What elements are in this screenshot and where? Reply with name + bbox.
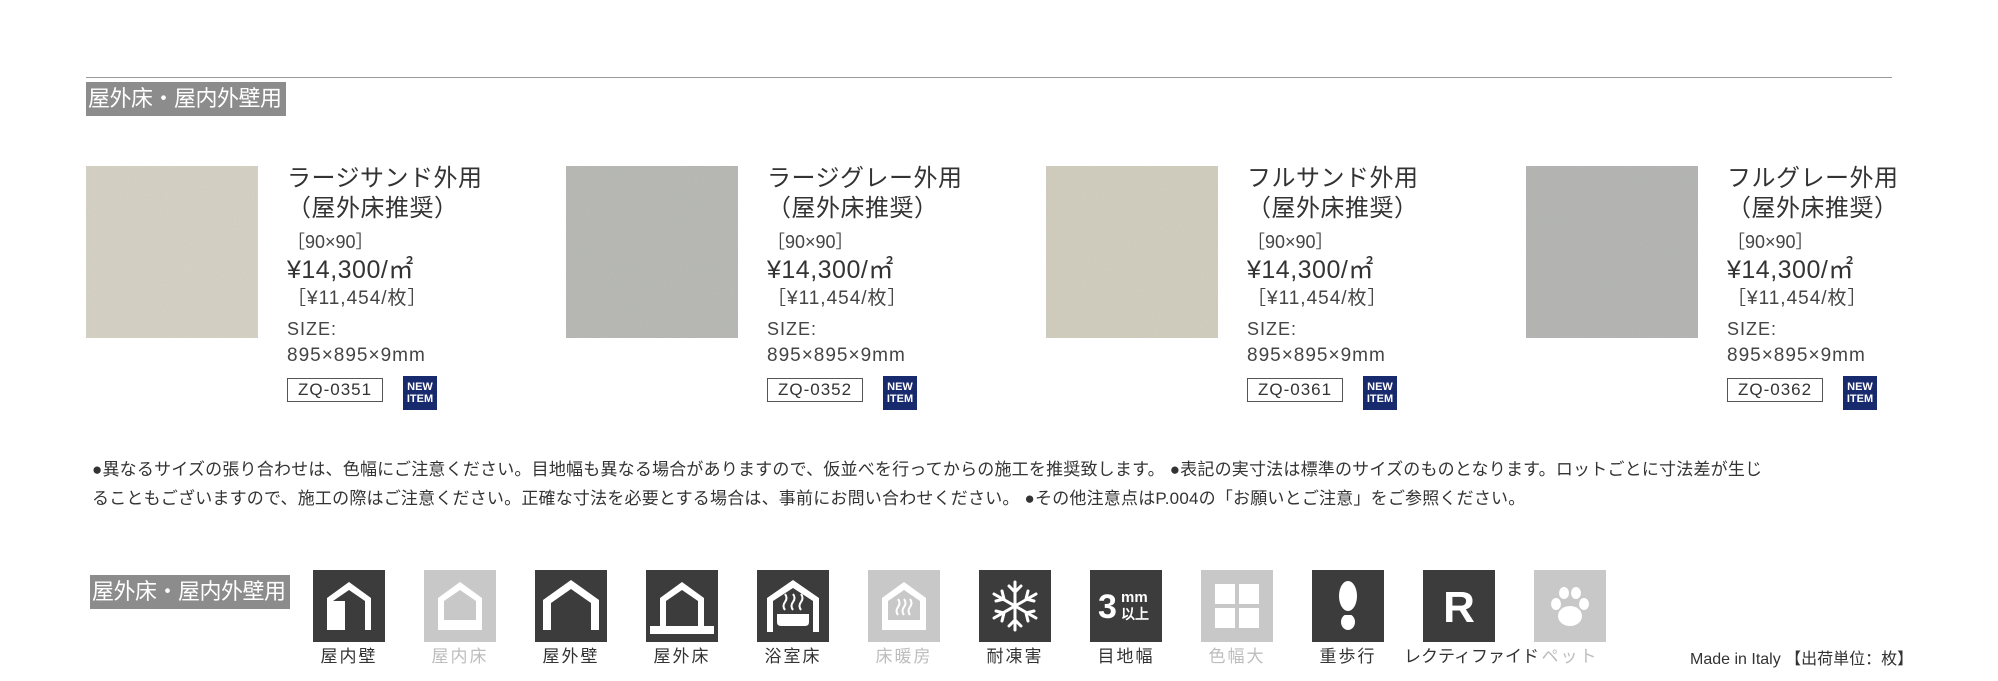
product-code: ZQ-0361 [1247, 378, 1344, 402]
product-name: フルグレー外用 [1727, 165, 1899, 192]
svg-text:mm: mm [1121, 589, 1148, 606]
size-tag: ［90×90］ [1727, 232, 1814, 252]
section-label: 屋外床・屋内外壁用 [90, 575, 290, 609]
bathroom-floor-icon [757, 570, 829, 642]
top-divider [86, 77, 1892, 78]
usage-item: 浴室床 [738, 570, 848, 668]
usage-item: 色幅大 [1182, 570, 1292, 668]
pet-icon [1534, 570, 1606, 642]
notes-line: ●異なるサイズの張り合わせは、色幅にご注意ください。目地幅も異なる場合があります… [92, 460, 1763, 479]
color-variation-icon [1201, 570, 1273, 642]
product-subtitle: （屋外床推奨） [1247, 195, 1419, 222]
new-item-badge: NEW ITEM [1843, 376, 1877, 410]
usage-item: 耐凍害 [960, 570, 1070, 668]
svg-text:3: 3 [1098, 588, 1117, 626]
outdoor-floor-icon [646, 570, 718, 642]
usage-caption: 屋外壁 [542, 647, 600, 666]
usage-caption: 屋内床 [431, 647, 489, 666]
floor-heating-icon [868, 570, 940, 642]
size-tag: ［90×90］ [1247, 232, 1334, 252]
price: ¥14,300/㎡ [287, 256, 414, 284]
new-item-badge: NEW ITEM [883, 376, 917, 410]
usage-caption: 屋外床 [653, 647, 711, 666]
product-name: ラージサンド外用 [287, 165, 483, 192]
unit-price: ［¥11,454/枚］ [767, 288, 908, 309]
price: ¥14,300/㎡ [1247, 256, 1374, 284]
rectified-icon: R [1423, 570, 1495, 642]
tile-swatch [1046, 166, 1218, 338]
usage-caption: 床暖房 [875, 647, 933, 666]
section-label: 屋外床・屋内外壁用 [86, 82, 286, 116]
price: ¥14,300/㎡ [1727, 256, 1854, 284]
unit-price: ［¥11,454/枚］ [1247, 288, 1388, 309]
usage-caption: レクティファイド [1404, 647, 1539, 666]
usage-item: 屋内壁 [294, 570, 404, 668]
size-value: 895×895×9mm [287, 345, 426, 366]
usage-caption: 目地幅 [1097, 647, 1155, 666]
new-item-badge: NEW ITEM [1363, 376, 1397, 410]
new-item-badge: NEW ITEM [403, 376, 437, 410]
size-label: SIZE: [767, 319, 818, 339]
size-label: SIZE: [1727, 319, 1778, 339]
product-code: ZQ-0362 [1727, 378, 1824, 402]
product-subtitle: （屋外床推奨） [1727, 195, 1899, 222]
product-code: ZQ-0351 [287, 378, 384, 402]
frost-resistance-icon [979, 570, 1051, 642]
size-value: 895×895×9mm [1247, 345, 1386, 366]
size-tag: ［90×90］ [287, 232, 374, 252]
usage-item: 3 mm 以上 目地幅 [1071, 570, 1181, 668]
usage-item: 屋外床 [627, 570, 737, 668]
size-value: 895×895×9mm [1727, 345, 1866, 366]
usage-item: 屋外壁 [516, 570, 626, 668]
unit-price: ［¥11,454/枚］ [1727, 288, 1868, 309]
usage-caption: ペット [1541, 647, 1599, 666]
usage-item: 床暖房 [849, 570, 959, 668]
price: ¥14,300/㎡ [767, 256, 894, 284]
usage-item: 屋内床 [405, 570, 515, 668]
joint-width-icon: 3 mm 以上 [1090, 570, 1162, 642]
usage-caption: 屋内壁 [320, 647, 378, 666]
usage-caption: 浴室床 [764, 647, 822, 666]
product-name: フルサンド外用 [1247, 165, 1419, 192]
footer-note: Made in Italy 【出荷単位：枚】 [1690, 651, 1914, 668]
usage-caption: 耐凍害 [986, 647, 1044, 666]
product-name: ラージグレー外用 [767, 165, 963, 192]
outdoor-wall-icon [535, 570, 607, 642]
usage-caption: 重歩行 [1319, 647, 1377, 666]
product-card: フルグレー外用 （屋外床推奨） ［90×90］ ¥14,300/㎡ ［¥11,4… [1526, 164, 1926, 414]
product-card: ラージグレー外用 （屋外床推奨） ［90×90］ ¥14,300/㎡ ［¥11,… [566, 164, 966, 414]
product-code: ZQ-0352 [767, 378, 864, 402]
heavy-traffic-icon [1312, 570, 1384, 642]
unit-price: ［¥11,454/枚］ [287, 288, 428, 309]
usage-caption: 色幅大 [1208, 647, 1266, 666]
size-value: 895×895×9mm [767, 345, 906, 366]
notes-line: ることもございますので、施工の際はご注意ください。正確な寸法を必要とする場合は、… [92, 489, 1526, 508]
tile-swatch [86, 166, 258, 338]
usage-item: ペット [1515, 570, 1625, 668]
tile-swatch [1526, 166, 1698, 338]
svg-text:R: R [1443, 583, 1475, 632]
usage-item: 重歩行 [1293, 570, 1403, 668]
size-label: SIZE: [1247, 319, 1298, 339]
product-subtitle: （屋外床推奨） [767, 195, 939, 222]
size-tag: ［90×90］ [767, 232, 854, 252]
notes: ●異なるサイズの張り合わせは、色幅にご注意ください。目地幅も異なる場合があります… [92, 455, 1902, 513]
product-card: フルサンド外用 （屋外床推奨） ［90×90］ ¥14,300/㎡ ［¥11,4… [1046, 164, 1446, 414]
usage-item: R レクティファイド [1404, 570, 1539, 668]
product-card: ラージサンド外用 （屋外床推奨） ［90×90］ ¥14,300/㎡ ［¥11,… [86, 164, 486, 414]
size-label: SIZE: [287, 319, 338, 339]
tile-swatch [566, 166, 738, 338]
product-subtitle: （屋外床推奨） [287, 195, 459, 222]
svg-text:以上: 以上 [1121, 607, 1149, 623]
indoor-wall-icon [313, 570, 385, 642]
indoor-floor-icon [424, 570, 496, 642]
